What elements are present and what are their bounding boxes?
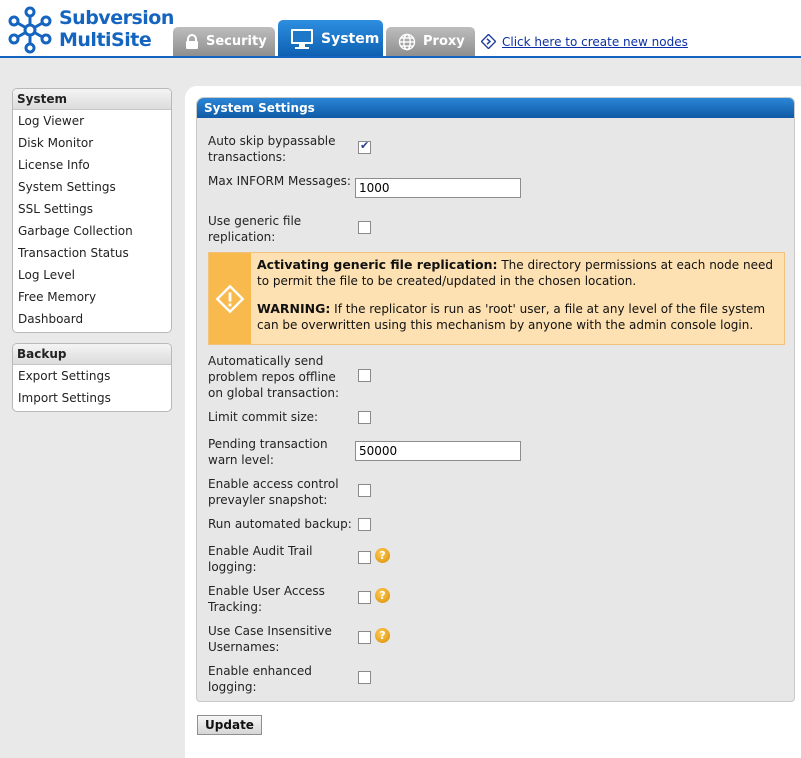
pending-warn-input[interactable] bbox=[355, 441, 521, 461]
tab-security[interactable]: Security bbox=[173, 27, 275, 56]
create-nodes-link[interactable]: Click here to create new nodes bbox=[502, 35, 688, 49]
sidebar-item-system-settings[interactable]: System Settings bbox=[13, 176, 171, 198]
sidebar-item-disk-monitor[interactable]: Disk Monitor bbox=[13, 132, 171, 154]
access-snapshot-checkbox[interactable] bbox=[358, 484, 371, 497]
warning-heading-2: WARNING: bbox=[257, 301, 331, 316]
sidebar-item-garbage-collection[interactable]: Garbage Collection bbox=[13, 220, 171, 242]
warning-text: Activating generic file replication: The… bbox=[257, 257, 777, 345]
globe-icon bbox=[398, 33, 416, 50]
auto-backup-checkbox[interactable] bbox=[358, 518, 371, 531]
sidebar-item-transaction-status[interactable]: Transaction Status bbox=[13, 242, 171, 264]
app-header: Subversion MultiSite Security System Pro… bbox=[0, 0, 801, 58]
system-settings-panel: System Settings Auto skip bypassable tra… bbox=[196, 97, 795, 702]
sidebar-item-log-viewer[interactable]: Log Viewer bbox=[13, 110, 171, 132]
enhanced-logging-label: Enable enhanced logging: bbox=[208, 664, 312, 694]
update-button[interactable]: Update bbox=[197, 715, 262, 735]
case-insensitive-help-icon[interactable]: ? bbox=[375, 628, 390, 643]
auto-offline-label: Automatically send problem repos offline… bbox=[208, 354, 340, 400]
subversion-multisite-logo: Subversion MultiSite bbox=[6, 4, 176, 54]
sidebar-item-export-settings[interactable]: Export Settings bbox=[13, 365, 171, 387]
generic-replication-label: Use generic file replication: bbox=[208, 214, 302, 244]
sidebar-item-log-level[interactable]: Log Level bbox=[13, 264, 171, 286]
auto-backup-label: Run automated backup: bbox=[208, 517, 352, 531]
access-snapshot-label: Enable access control prevayler snapshot… bbox=[208, 477, 339, 507]
audit-trail-label: Enable Audit Trail logging: bbox=[208, 544, 313, 574]
sidebar-item-dashboard[interactable]: Dashboard bbox=[13, 308, 171, 330]
case-insensitive-checkbox[interactable] bbox=[358, 631, 371, 644]
system-settings-title: System Settings bbox=[197, 98, 794, 118]
auto-offline-checkbox[interactable] bbox=[358, 369, 371, 382]
sidebar-item-ssl-settings[interactable]: SSL Settings bbox=[13, 198, 171, 220]
audit-trail-help-icon[interactable]: ? bbox=[375, 548, 390, 563]
sidebar-system-group: System Log Viewer Disk Monitor License I… bbox=[12, 88, 172, 333]
warning-paragraph-2: WARNING: If the replicator is run as 'ro… bbox=[257, 301, 777, 333]
generic-replication-checkbox[interactable] bbox=[358, 221, 371, 234]
auto-skip-label: Auto skip bypassable transactions: bbox=[208, 134, 336, 164]
tab-security-label: Security bbox=[206, 34, 267, 49]
sidebar-item-license-info[interactable]: License Info bbox=[13, 154, 171, 176]
sidebar-system-title: System bbox=[13, 89, 171, 110]
warning-icon bbox=[215, 284, 245, 313]
enhanced-logging-checkbox[interactable] bbox=[358, 671, 371, 684]
warning-heading-1: Activating generic file replication: bbox=[257, 257, 498, 272]
tab-proxy-label: Proxy bbox=[423, 34, 465, 49]
sidebar-item-free-memory[interactable]: Free Memory bbox=[13, 286, 171, 308]
tab-system-label: System bbox=[321, 30, 380, 47]
limit-commit-checkbox[interactable] bbox=[358, 411, 371, 424]
max-inform-label: Max INFORM Messages: bbox=[208, 174, 351, 188]
logo-line-1: Subversion bbox=[59, 7, 174, 29]
pending-warn-label: Pending transaction warn level: bbox=[208, 437, 328, 467]
case-insensitive-label: Use Case Insensitive Usernames: bbox=[208, 624, 332, 654]
user-tracking-checkbox[interactable] bbox=[358, 591, 371, 604]
header-divider bbox=[0, 56, 801, 58]
warning-sidebar bbox=[209, 253, 251, 344]
user-tracking-label: Enable User Access Tracking: bbox=[208, 584, 325, 614]
create-nodes-link-wrap: Click here to create new nodes bbox=[481, 34, 688, 49]
tab-proxy[interactable]: Proxy bbox=[386, 27, 475, 56]
logo-line-2: MultiSite bbox=[59, 29, 152, 51]
generic-replication-warning: Activating generic file replication: The… bbox=[208, 252, 785, 345]
diamond-arrow-icon bbox=[481, 34, 496, 49]
logo-text: Subversion MultiSite bbox=[59, 7, 174, 51]
tab-system[interactable]: System bbox=[278, 20, 383, 57]
lock-icon bbox=[186, 33, 198, 49]
user-tracking-help-icon[interactable]: ? bbox=[375, 588, 390, 603]
network-nodes-icon bbox=[8, 6, 52, 54]
warning-paragraph-1: Activating generic file replication: The… bbox=[257, 257, 777, 289]
monitor-icon bbox=[291, 28, 313, 49]
auto-skip-checkbox[interactable] bbox=[358, 139, 371, 154]
sidebar-backup-group: Backup Export Settings Import Settings bbox=[12, 343, 172, 412]
sidebar-backup-title: Backup bbox=[13, 344, 171, 365]
limit-commit-label: Limit commit size: bbox=[208, 410, 319, 424]
audit-trail-checkbox[interactable] bbox=[358, 551, 371, 564]
max-inform-input[interactable] bbox=[355, 178, 521, 198]
warning-text-2: If the replicator is run as 'root' user,… bbox=[257, 302, 766, 332]
sidebar-item-import-settings[interactable]: Import Settings bbox=[13, 387, 171, 409]
